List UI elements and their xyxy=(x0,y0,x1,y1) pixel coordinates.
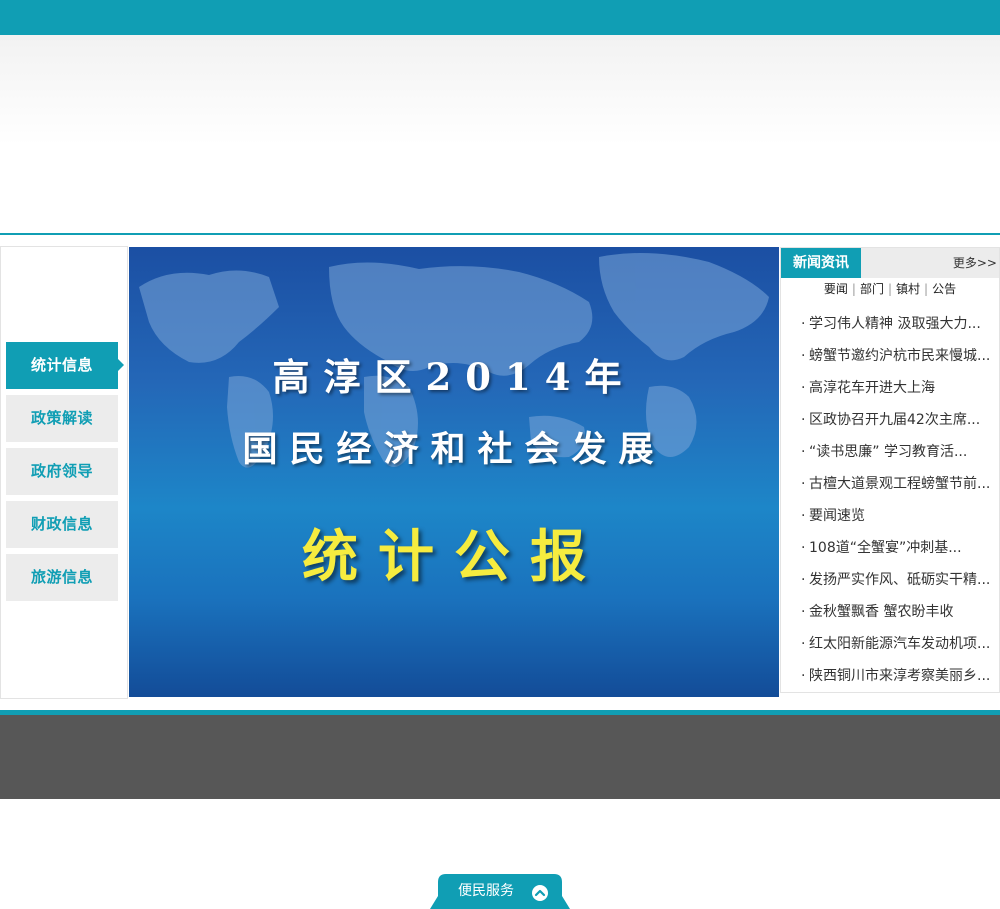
news-tabs: 要闻 | 部门 | 镇村 | 公告 xyxy=(781,279,999,299)
banner-title-line2: 国民经济和社会发展 xyxy=(242,429,666,470)
tab-departments[interactable]: 部门 xyxy=(856,282,888,296)
tab-towns[interactable]: 镇村 xyxy=(892,282,924,296)
news-item[interactable]: · 螃蟹节邀约沪杭市民来慢城... xyxy=(781,340,999,372)
footer-area xyxy=(0,715,1000,799)
banner-title-line1: 高淳区2014年 xyxy=(272,355,636,399)
sidebar-item-statistics[interactable]: 统计信息 xyxy=(6,342,124,389)
news-item[interactable]: · “读书思廉” 学习教育活... xyxy=(781,436,999,468)
news-item[interactable]: · 古檀大道景观工程螃蟹节前... xyxy=(781,468,999,500)
news-item[interactable]: · 108道“全蟹宴”冲刺基... xyxy=(781,532,999,564)
sidebar-item-tourism[interactable]: 旅游信息 xyxy=(6,554,118,601)
tab-announcements[interactable]: 公告 xyxy=(928,282,960,296)
tab-headlines[interactable]: 要闻 xyxy=(820,282,852,296)
banner-title-line3: 统计公报 xyxy=(302,525,606,590)
sidebar-item-policy[interactable]: 政策解读 xyxy=(6,395,118,442)
news-item[interactable]: · 区政协召开九届42次主席... xyxy=(781,404,999,436)
top-bar xyxy=(0,0,1000,35)
news-item[interactable]: · 红太阳新能源汽车发动机项... xyxy=(781,628,999,660)
news-item[interactable]: · 学习伟人精神 汲取强大力... xyxy=(781,308,999,340)
sidebar-item-finance[interactable]: 财政信息 xyxy=(6,501,118,548)
header-area xyxy=(0,35,1000,235)
news-list: · 学习伟人精神 汲取强大力... · 螃蟹节邀约沪杭市民来慢城... · 高淳花车开… xyxy=(781,308,999,692)
news-item[interactable]: · 高淳花车开进大上海 xyxy=(781,372,999,404)
convenience-services-tab[interactable]: 便民服务 xyxy=(430,874,570,909)
service-label: 便民服务 xyxy=(458,883,514,899)
news-header: 新闻资讯 更多>> xyxy=(781,248,999,278)
news-title: 新闻资讯 xyxy=(781,248,861,278)
sidebar-item-leaders[interactable]: 政府领导 xyxy=(6,448,118,495)
news-item[interactable]: · 金秋蟹飘香 蟹农盼丰收 xyxy=(781,596,999,628)
news-item[interactable]: · 陕西铜川市来淳考察美丽乡... xyxy=(781,660,999,692)
header-divider xyxy=(0,233,1000,235)
banner-image[interactable]: 高淳区2014年 国民经济和社会发展 统计公报 xyxy=(129,247,779,697)
more-link[interactable]: 更多>> xyxy=(953,248,997,278)
news-item[interactable]: · 发扬严实作风、砥砺实干精... xyxy=(781,564,999,596)
news-item[interactable]: · 要闻速览 xyxy=(781,500,999,532)
news-panel: 新闻资讯 更多>> 要闻 | 部门 | 镇村 | 公告 · 学习伟人精神 汲取强大力... ·… xyxy=(780,247,1000,693)
chevron-up-icon xyxy=(532,885,548,901)
